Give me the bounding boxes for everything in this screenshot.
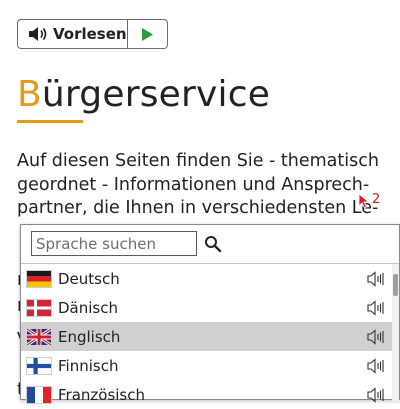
language-option-franzoesisch[interactable]: Französisch — [21, 380, 393, 409]
language-list-scrollbar[interactable] — [392, 264, 399, 401]
page-title-rest: ürgerservice — [41, 74, 271, 115]
language-name: Französisch — [58, 385, 146, 404]
play-icon — [142, 27, 153, 41]
language-name: Deutsch — [58, 269, 120, 288]
speaker-outline-icon[interactable] — [367, 358, 385, 374]
intro-line-1: Auf diesen Seiten finden Sie - thematisc… — [17, 151, 379, 171]
dk-flag-icon — [27, 299, 51, 316]
fr-flag-icon — [27, 386, 51, 403]
language-search — [31, 231, 222, 256]
speaker-outline-icon[interactable] — [367, 300, 385, 316]
language-option-englisch[interactable]: Englisch — [21, 322, 393, 351]
speaker-outline-icon[interactable] — [367, 329, 385, 345]
language-search-input[interactable] — [31, 231, 197, 256]
read-aloud-toolbar: Vorlesen — [17, 19, 168, 49]
gb-flag-icon — [27, 328, 51, 345]
fi-flag-icon — [27, 357, 51, 374]
read-aloud-label: Vorlesen — [53, 25, 127, 43]
speaker-outline-icon[interactable] — [367, 387, 385, 403]
speaker-outline-icon[interactable] — [367, 271, 385, 287]
language-option-finnisch[interactable]: Finnisch — [21, 351, 393, 380]
intro-line-2: geordnet - Informationen und Ansprech- — [17, 174, 370, 195]
language-name: Finnisch — [58, 356, 119, 375]
language-option-deutsch[interactable]: Deutsch — [21, 264, 393, 293]
language-dropdown: Deutsch Dänisch — [20, 224, 400, 404]
scrollbar-thumb[interactable] — [393, 274, 398, 296]
search-icon[interactable] — [204, 235, 222, 253]
read-aloud-button[interactable]: Vorlesen — [18, 20, 128, 48]
intro-paragraph: Auf diesen Seiten finden Sie - thematisc… — [17, 150, 379, 221]
play-button[interactable] — [128, 20, 167, 48]
de-flag-icon — [27, 270, 51, 287]
language-name: Englisch — [58, 327, 121, 346]
title-underline — [17, 120, 83, 123]
cursor-badge: 2 — [372, 192, 381, 207]
cursor-arrow-icon — [358, 193, 370, 209]
page-title: Bürgerservice — [17, 74, 270, 115]
page-title-initial: B — [17, 74, 42, 115]
language-list: Deutsch Dänisch Englisch Finnisch Franzö… — [21, 264, 393, 409]
language-name: Dänisch — [58, 298, 118, 317]
speaker-icon — [29, 27, 47, 41]
intro-line-3: partner, die Ihnen in verschiedensten Le… — [17, 198, 379, 218]
language-option-daenisch[interactable]: Dänisch — [21, 293, 393, 322]
